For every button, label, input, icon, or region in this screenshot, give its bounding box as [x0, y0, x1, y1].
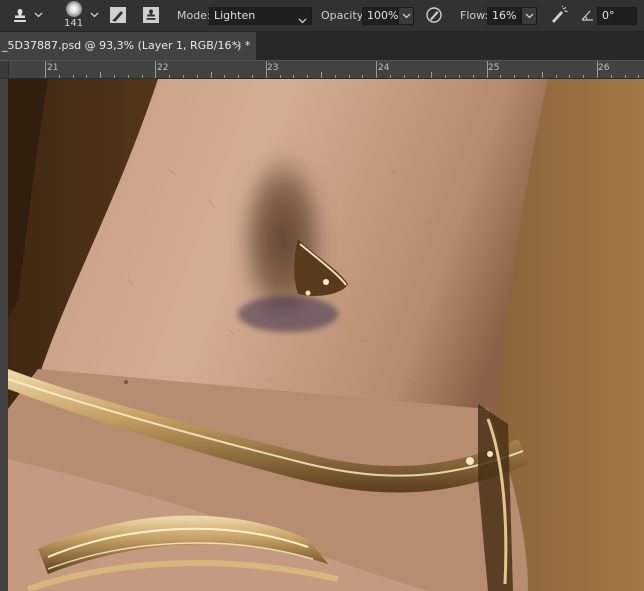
mode-value: Lighten [214, 9, 256, 22]
document-tab-bar: _5D37887.psd @ 93,3% (Layer 1, RGB/16*) … [0, 32, 644, 60]
document-tab-title: _5D37887.psd @ 93,3% (Layer 1, RGB/16*) … [2, 39, 251, 52]
opacity-dropdown-button[interactable] [398, 7, 414, 25]
chevron-down-icon [298, 13, 307, 29]
options-bar: 141 Mode: Lighten Opacity: 100% Flow: 16… [0, 0, 644, 32]
angle-value: 0° [602, 9, 615, 22]
soft-brush-icon [66, 1, 82, 17]
ruler-label-25: 25 [488, 63, 500, 73]
flow-value: 16% [492, 9, 517, 22]
pressure-opacity-icon[interactable] [424, 5, 444, 25]
document-canvas[interactable] [8, 79, 644, 591]
mode-label: Mode: [177, 9, 211, 22]
opacity-value: 100% [367, 9, 399, 22]
close-icon[interactable]: × [233, 32, 242, 60]
opacity-label: Opacity: [321, 9, 367, 22]
ruler-label-26: 26 [598, 63, 610, 73]
brush-panel-toggle-icon[interactable] [108, 5, 128, 25]
brush-size-label: 141 [64, 18, 84, 29]
opacity-field[interactable]: 100% [362, 7, 398, 25]
clone-stamp-icon[interactable] [10, 6, 30, 26]
chevron-down-icon [525, 13, 533, 19]
ruler-label-21: 21 [47, 63, 59, 73]
flow-field[interactable]: 16% [487, 7, 521, 25]
angle-field[interactable]: 0° [597, 7, 637, 25]
clone-source-panel-icon[interactable] [141, 5, 161, 25]
brush-preview[interactable]: 141 [61, 1, 87, 30]
ruler-label-22: 22 [157, 63, 169, 73]
ruler-label-23: 23 [267, 63, 279, 73]
ruler-ticks [45, 61, 639, 78]
airbrush-icon[interactable] [548, 5, 570, 25]
tool-preset-chevron-icon[interactable] [33, 10, 43, 20]
photo-image [8, 79, 644, 591]
angle-icon [580, 8, 594, 22]
chevron-down-icon [402, 13, 410, 19]
horizontal-ruler[interactable]: 21 22 23 24 25 26 [0, 61, 644, 79]
document-tab[interactable]: _5D37887.psd @ 93,3% (Layer 1, RGB/16*) … [0, 32, 256, 60]
flow-dropdown-button[interactable] [521, 7, 537, 25]
mode-dropdown[interactable]: Lighten [209, 7, 312, 25]
brush-picker-chevron-icon[interactable] [89, 10, 99, 20]
flow-label: Flow: [460, 9, 489, 22]
ruler-label-24: 24 [378, 63, 390, 73]
